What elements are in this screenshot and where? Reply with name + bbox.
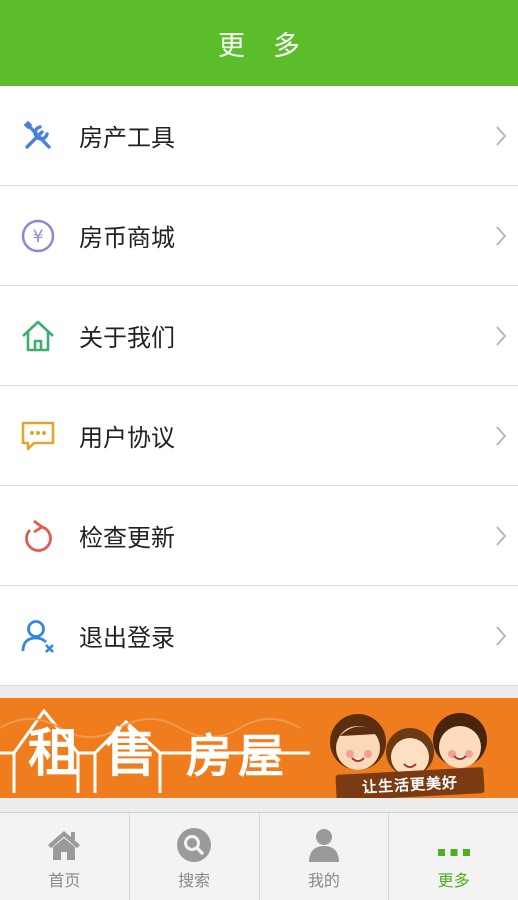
chevron-right-icon	[494, 325, 508, 347]
chat-bubble-icon	[20, 418, 56, 454]
tab-label: 搜索	[178, 871, 211, 890]
menu-item-label: 房产工具	[79, 124, 175, 152]
tab-label: 我的	[307, 871, 340, 890]
svg-text:¥: ¥	[33, 227, 44, 247]
menu-item-label: 用户协议	[79, 424, 175, 452]
tab-label: 更多	[437, 871, 470, 890]
banner-title: 房屋	[186, 729, 290, 783]
user-tab-icon	[306, 827, 342, 863]
menu-list: 房产工具 ¥ 房币商城 关于我们 用户协议 检查更新 退出登录	[0, 86, 518, 686]
tools-icon	[20, 118, 56, 154]
user-remove-icon	[20, 618, 56, 654]
search-tab-icon	[176, 827, 212, 863]
menu-item-user-agreement[interactable]: 用户协议	[0, 386, 518, 486]
tab-more[interactable]: 更多	[389, 813, 518, 900]
bottom-tab-bar: 首页 搜索 我的 更多	[0, 812, 518, 900]
chevron-right-icon	[494, 425, 508, 447]
home-icon	[20, 318, 56, 354]
banner-char-sale: 售	[104, 723, 157, 784]
chevron-right-icon	[494, 525, 508, 547]
menu-item-label: 检查更新	[79, 524, 175, 552]
tab-search[interactable]: 搜索	[130, 813, 260, 900]
rent-sale-banner[interactable]: 租 售 房屋 让生活更美好	[0, 698, 518, 798]
more-dots-icon	[436, 827, 472, 863]
menu-item-label: 退出登录	[79, 624, 175, 652]
chevron-right-icon	[494, 625, 508, 647]
menu-item-about-us[interactable]: 关于我们	[0, 286, 518, 386]
chevron-right-icon	[494, 225, 508, 247]
page-header: 更多	[0, 0, 518, 86]
page-title: 更多	[218, 30, 328, 62]
tab-mine[interactable]: 我的	[260, 813, 390, 900]
yuan-coin-icon: ¥	[20, 218, 56, 254]
chevron-right-icon	[494, 125, 508, 147]
home-tab-icon	[46, 827, 82, 863]
menu-item-property-tools[interactable]: 房产工具	[0, 86, 518, 186]
tab-label: 首页	[48, 871, 81, 890]
menu-item-label: 房币商城	[79, 224, 175, 252]
tab-home[interactable]: 首页	[0, 813, 130, 900]
menu-item-label: 关于我们	[79, 324, 175, 352]
menu-item-coin-mall[interactable]: ¥ 房币商城	[0, 186, 518, 286]
refresh-icon	[20, 518, 56, 554]
menu-item-logout[interactable]: 退出登录	[0, 586, 518, 686]
banner-char-rent: 租	[28, 723, 81, 784]
menu-item-check-update[interactable]: 检查更新	[0, 486, 518, 586]
